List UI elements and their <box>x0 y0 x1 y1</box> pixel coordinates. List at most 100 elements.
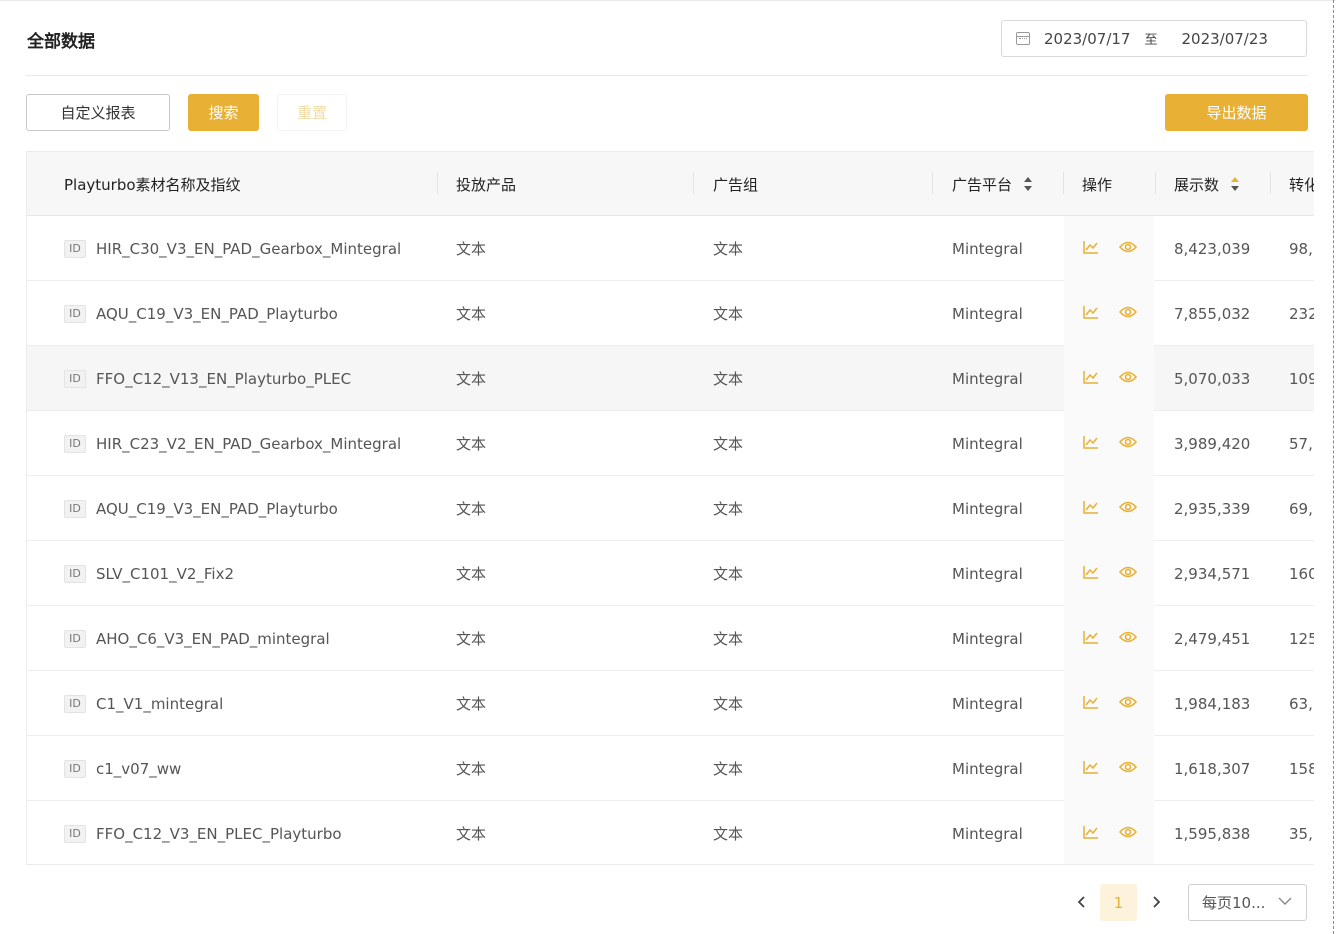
reset-button[interactable]: 重置 <box>277 94 347 131</box>
cell-product: 文本 <box>456 760 487 778</box>
cell-conversions: 63, <box>1289 694 1313 713</box>
date-end[interactable]: 2023/07/23 <box>1181 30 1267 48</box>
date-start[interactable]: 2023/07/17 <box>1044 30 1130 48</box>
cell-actions <box>1083 216 1138 281</box>
table-row[interactable]: ID AHO_C6_V3_EN_PAD_mintegral 文本 文本 Mintegra… <box>27 606 1314 671</box>
cell-impressions: 3,989,420 <box>1174 434 1251 453</box>
cell-ad-group: 文本 <box>713 240 744 258</box>
line-chart-icon[interactable] <box>1083 370 1099 388</box>
page-size-label: 每页10... <box>1202 894 1266 912</box>
custom-report-button[interactable]: 自定义报表 <box>26 94 170 131</box>
eye-icon[interactable] <box>1118 500 1138 518</box>
table-row[interactable]: ID FFO_C12_V3_EN_PLEC_Playturbo 文本 文本 Minteg… <box>27 801 1314 864</box>
col-header-product: 投放产品 <box>456 175 517 194</box>
id-badge: ID <box>64 304 86 323</box>
cell-material-name: ID FFO_C12_V3_EN_PLEC_Playturbo <box>64 801 342 864</box>
material-name: c1_v07_ww <box>96 759 182 778</box>
id-badge: ID <box>64 369 86 388</box>
sort-icon[interactable] <box>1024 177 1033 191</box>
cell-material-name: ID SLV_C101_V2_Fix2 <box>64 541 234 606</box>
id-badge: ID <box>64 759 86 778</box>
line-chart-icon[interactable] <box>1083 825 1099 843</box>
page-title: 全部数据 <box>27 32 95 52</box>
export-data-button[interactable]: 导出数据 <box>1165 94 1308 131</box>
cell-conversions: 160 <box>1289 564 1314 583</box>
cell-material-name: ID c1_v07_ww <box>64 736 181 801</box>
table-row[interactable]: ID HIR_C23_V2_EN_PAD_Gearbox_Mintegral 文本 文… <box>27 411 1314 476</box>
cell-material-name: ID HIR_C23_V2_EN_PAD_Gearbox_Mintegral <box>64 411 401 476</box>
table-row[interactable]: ID c1_v07_ww 文本 文本 Mintegral 1,618,307 158 <box>27 736 1314 801</box>
line-chart-icon[interactable] <box>1083 630 1099 648</box>
chevron-right-icon <box>1153 896 1161 908</box>
col-header-impressions[interactable]: 展示数 <box>1174 152 1240 216</box>
chevron-down-icon <box>1278 897 1292 905</box>
material-name: HIR_C23_V2_EN_PAD_Gearbox_Mintegral <box>96 434 402 453</box>
page-number-current[interactable]: 1 <box>1100 884 1137 921</box>
cell-ad-platform: Mintegral <box>952 239 1023 258</box>
chevron-left-icon <box>1077 896 1085 908</box>
cell-ad-platform: Mintegral <box>952 694 1023 713</box>
cell-material-name: ID AHO_C6_V3_EN_PAD_mintegral <box>64 606 330 671</box>
cell-ad-platform: Mintegral <box>952 759 1023 778</box>
table-row[interactable]: ID C1_V1_mintegral 文本 文本 Mintegral 1,984,183 6… <box>27 671 1314 736</box>
cell-ad-group: 文本 <box>713 370 744 388</box>
eye-icon[interactable] <box>1118 305 1138 323</box>
line-chart-icon[interactable] <box>1083 240 1099 258</box>
cell-conversions: 109 <box>1289 369 1314 388</box>
eye-icon[interactable] <box>1118 825 1138 843</box>
line-chart-icon[interactable] <box>1083 565 1099 583</box>
line-chart-icon[interactable] <box>1083 500 1099 518</box>
cell-ad-group: 文本 <box>713 760 744 778</box>
line-chart-icon[interactable] <box>1083 435 1099 453</box>
data-table: Playturbo素材名称及指纹 投放产品 广告组 广告平台 操作 展示数 转化… <box>26 151 1314 865</box>
table-row[interactable]: ID FFO_C12_V13_EN_Playturbo_PLEC 文本 文本 Minte… <box>27 346 1314 411</box>
cell-impressions: 8,423,039 <box>1174 239 1251 258</box>
material-name: C1_V1_mintegral <box>96 694 224 713</box>
cell-conversions: 232 <box>1289 304 1314 323</box>
col-header-actions: 操作 <box>1082 175 1113 194</box>
id-badge: ID <box>64 564 86 583</box>
line-chart-icon[interactable] <box>1083 305 1099 323</box>
cell-actions <box>1083 801 1138 864</box>
eye-icon[interactable] <box>1118 565 1138 583</box>
next-page-button[interactable] <box>1146 892 1166 912</box>
cell-actions <box>1083 736 1138 801</box>
cell-ad-group: 文本 <box>713 565 744 583</box>
eye-icon[interactable] <box>1118 630 1138 648</box>
cell-ad-platform: Mintegral <box>952 304 1023 323</box>
col-header-ad-platform[interactable]: 广告平台 <box>952 152 1033 216</box>
page-size-select[interactable]: 每页10... <box>1188 884 1307 921</box>
col-header-ad-platform-label: 广告平台 <box>952 175 1013 194</box>
table-row[interactable]: ID SLV_C101_V2_Fix2 文本 文本 Mintegral 2,934,571… <box>27 541 1314 606</box>
column-separator <box>1155 172 1156 194</box>
prev-page-button[interactable] <box>1072 892 1092 912</box>
table-row[interactable]: ID AQU_C19_V3_EN_PAD_Playturbo 文本 文本 Mintegr… <box>27 281 1314 346</box>
table-row[interactable]: ID HIR_C30_V3_EN_PAD_Gearbox_Mintegral 文本 文… <box>27 216 1314 281</box>
cell-product: 文本 <box>456 630 487 648</box>
id-badge: ID <box>64 239 86 258</box>
cell-impressions: 2,479,451 <box>1174 629 1251 648</box>
table-row[interactable]: ID AQU_C19_V3_EN_PAD_Playturbo 文本 文本 Mintegr… <box>27 476 1314 541</box>
line-chart-icon[interactable] <box>1083 695 1099 713</box>
material-name: AQU_C19_V3_EN_PAD_Playturbo <box>96 304 338 323</box>
eye-icon[interactable] <box>1118 370 1138 388</box>
date-range-picker[interactable]: 2023/07/17 至 2023/07/23 <box>1001 20 1307 57</box>
eye-icon[interactable] <box>1118 435 1138 453</box>
cell-product: 文本 <box>456 305 487 323</box>
cell-actions <box>1083 541 1138 606</box>
search-button[interactable]: 搜索 <box>188 94 259 131</box>
line-chart-icon[interactable] <box>1083 760 1099 778</box>
cell-material-name: ID HIR_C30_V3_EN_PAD_Gearbox_Mintegral <box>64 216 401 281</box>
sort-icon[interactable] <box>1231 177 1240 191</box>
cell-product: 文本 <box>456 240 487 258</box>
material-name: AQU_C19_V3_EN_PAD_Playturbo <box>96 499 338 518</box>
cell-impressions: 2,935,339 <box>1174 499 1251 518</box>
cell-ad-group: 文本 <box>713 500 744 518</box>
eye-icon[interactable] <box>1118 760 1138 778</box>
id-badge: ID <box>64 824 86 843</box>
eye-icon[interactable] <box>1118 695 1138 713</box>
eye-icon[interactable] <box>1118 240 1138 258</box>
cell-material-name: ID AQU_C19_V3_EN_PAD_Playturbo <box>64 281 338 346</box>
cell-ad-platform: Mintegral <box>952 564 1023 583</box>
material-name: FFO_C12_V3_EN_PLEC_Playturbo <box>96 824 342 843</box>
